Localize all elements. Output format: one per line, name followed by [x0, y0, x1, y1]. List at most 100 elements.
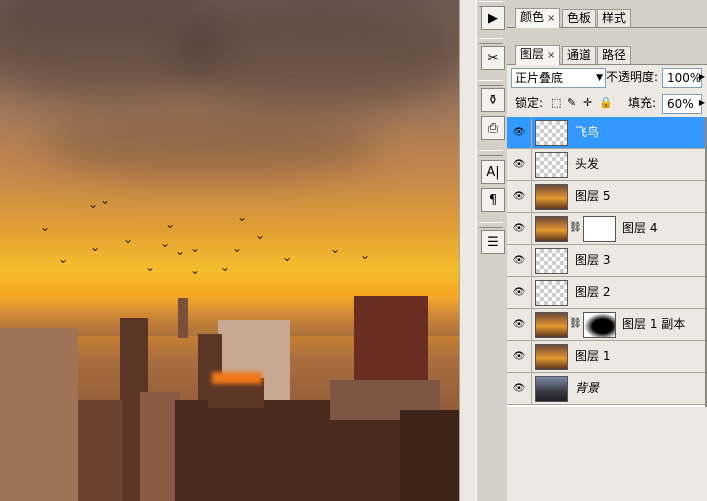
tab-label: 图层 [520, 47, 545, 61]
lock-all-icon[interactable]: 🔒 [599, 94, 613, 112]
close-icon[interactable]: × [547, 13, 555, 24]
tab-layers[interactable]: 图层 × [515, 45, 561, 65]
eye-icon[interactable]: 👁 [507, 149, 532, 180]
dock-grip[interactable] [479, 150, 503, 156]
bird: ⌄ [237, 210, 248, 224]
dock-grip[interactable] [479, 80, 503, 86]
layer-row[interactable]: 👁 头发 [507, 149, 707, 181]
fill-label: 填充: [628, 96, 657, 110]
layer-name: 图层 2 [575, 285, 611, 299]
bird: ⌄ [175, 244, 186, 258]
layer-thumbnail[interactable] [535, 216, 568, 242]
dock-grip[interactable] [479, 38, 503, 44]
lock-transparent-icon[interactable]: ⬚ [551, 94, 561, 112]
layer-name: 图层 3 [575, 253, 611, 267]
layer-name: 图层 5 [575, 189, 611, 203]
tab-label: 样式 [602, 11, 627, 25]
layer-row[interactable]: 👁 图层 3 [507, 245, 707, 277]
cloud [170, 0, 459, 110]
layer-name: 飞鸟 [575, 125, 600, 139]
play-icon[interactable]: ▶ [481, 6, 505, 30]
paragraph-icon[interactable]: ¶ [481, 188, 505, 212]
layer-mask-thumbnail[interactable] [583, 312, 616, 338]
tools-icon[interactable]: ✂ [481, 46, 505, 70]
layer-row[interactable]: 👁 飞鸟 [507, 117, 707, 149]
brush-icon[interactable]: ⚱ [481, 88, 505, 112]
fill-flyout-icon[interactable]: ▶ [697, 94, 707, 112]
lock-image-icon[interactable]: ✎ [567, 94, 576, 112]
eye-icon[interactable]: 👁 [507, 245, 532, 276]
layer-thumbnail[interactable] [535, 344, 568, 370]
close-icon[interactable]: × [547, 50, 555, 61]
layer-thumbnail[interactable] [535, 120, 568, 146]
bird: ⌄ [123, 232, 134, 246]
layers-panel-tabs: 图层 × 通道 路径 [507, 42, 707, 65]
bird: ⌄ [232, 241, 243, 255]
layer-thumbnail[interactable] [535, 248, 568, 274]
layer-thumbnail[interactable] [535, 312, 568, 338]
eye-icon[interactable]: 👁 [507, 373, 532, 404]
tab-paths[interactable]: 路径 [597, 46, 632, 64]
layer-row[interactable]: 👁 图层 1 [507, 341, 707, 373]
layer-mask-thumbnail[interactable] [583, 216, 616, 242]
bird: ⌄ [145, 260, 156, 274]
layer-name: 图层 1 [575, 349, 611, 363]
layer-row[interactable]: 👁 ⛓ 图层 4 [507, 213, 707, 245]
dropdown-arrow-icon: ▼ [596, 73, 603, 83]
tab-label: 通道 [567, 48, 592, 62]
layer-name: 图层 4 [622, 221, 658, 235]
layer-name: 头发 [575, 157, 600, 171]
color-panel-tabs: 颜色 × 色板 样式 [507, 5, 707, 28]
notes-icon[interactable]: ☰ [481, 230, 505, 254]
bird: ⌄ [255, 228, 266, 242]
mask-link-icon[interactable]: ⛓ [569, 318, 582, 329]
layer-row[interactable]: 👁 背景 [507, 373, 707, 405]
panels-area: 颜色 × 色板 样式 图层 × 通道 路径 正片叠底 ▼ 不透明度: 100% ▶ 锁… [507, 0, 707, 501]
document-canvas[interactable]: ⌄ ⌄ ⌄ ⌄ ⌄ ⌄ ⌄ ⌄ ⌄ ⌄ ⌄ ⌄ ⌄ ⌄ ⌄ ⌄ ⌄ ⌄ ⌄ [0, 0, 459, 501]
panel-dock-icons: ▶ ✂ ⚱ ⎙ A| ¶ ☰ [476, 0, 508, 501]
tab-label: 色板 [567, 11, 592, 25]
layer-thumbnail[interactable] [535, 280, 568, 306]
layer-row[interactable]: 👁 图层 5 [507, 181, 707, 213]
fire-glow [212, 372, 262, 384]
layer-row[interactable]: 👁 ⛓ 图层 1 副本 [507, 309, 707, 341]
eye-icon[interactable]: 👁 [507, 309, 532, 340]
opacity-label: 不透明度: [606, 70, 659, 84]
bird: ⌄ [40, 220, 51, 234]
fill-input[interactable]: 60% [662, 94, 702, 114]
building [0, 328, 78, 501]
bird: ⌄ [220, 260, 231, 274]
tab-styles[interactable]: 样式 [597, 9, 632, 27]
lock-position-icon[interactable]: ✛ [583, 94, 592, 112]
layers-empty-area [507, 407, 707, 501]
stamp-icon[interactable]: ⎙ [481, 116, 505, 140]
tab-channels[interactable]: 通道 [562, 46, 597, 64]
bird: ⌄ [100, 193, 111, 207]
layer-row[interactable]: 👁 图层 2 [507, 277, 707, 309]
blend-mode-select[interactable]: 正片叠底 ▼ [511, 68, 606, 88]
layer-thumbnail[interactable] [535, 152, 568, 178]
eye-icon[interactable]: 👁 [507, 117, 532, 148]
canvas-vertical-scrollbar[interactable] [459, 0, 476, 501]
cloud [40, 110, 380, 180]
eye-icon[interactable]: 👁 [507, 277, 532, 308]
bird: ⌄ [360, 248, 371, 262]
bird: ⌄ [58, 252, 69, 266]
mask-link-icon[interactable]: ⛓ [569, 222, 582, 233]
layer-thumbnail[interactable] [535, 376, 568, 402]
layer-blend-options: 正片叠底 ▼ 不透明度: 100% ▶ [507, 65, 707, 91]
layer-thumbnail[interactable] [535, 184, 568, 210]
opacity-flyout-icon[interactable]: ▶ [697, 68, 707, 86]
tab-color[interactable]: 颜色 × [515, 8, 561, 28]
text-icon[interactable]: A| [481, 160, 505, 184]
bird: ⌄ [90, 240, 101, 254]
opacity-input[interactable]: 100% [662, 68, 702, 88]
bird: ⌄ [190, 263, 201, 277]
layer-name: 图层 1 副本 [622, 317, 686, 331]
tab-swatches[interactable]: 色板 [562, 9, 597, 27]
blend-mode-value: 正片叠底 [515, 71, 564, 85]
eye-icon[interactable]: 👁 [507, 341, 532, 372]
eye-icon[interactable]: 👁 [507, 213, 532, 244]
eye-icon[interactable]: 👁 [507, 181, 532, 212]
dock-grip[interactable] [479, 222, 503, 228]
